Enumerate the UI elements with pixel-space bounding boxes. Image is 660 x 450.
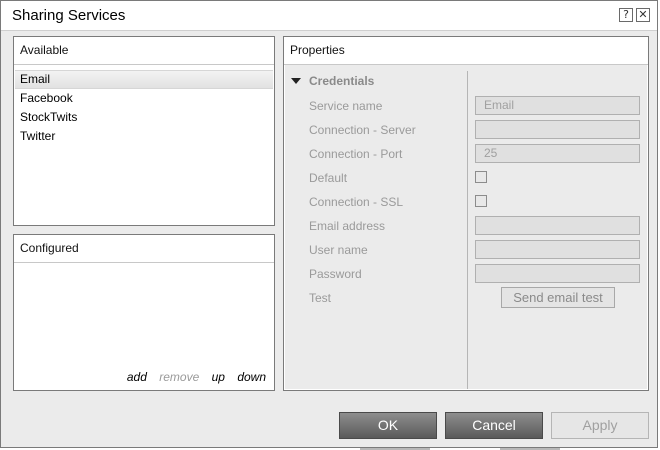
password-label: Password [309,267,362,281]
default-checkbox[interactable] [475,171,487,183]
properties-divider [467,71,468,389]
available-header-label: Available [20,43,69,57]
service-name-field[interactable]: Email [475,96,640,115]
properties-header: Properties [284,37,648,65]
list-item-stocktwits[interactable]: StockTwits [15,108,273,127]
dialog-title: Sharing Services [12,7,126,24]
properties-panel: Properties Credentials Service name Emai… [283,36,649,391]
connection-server-field[interactable] [475,120,640,139]
configured-actions: add remove up down [118,370,266,384]
default-label: Default [309,171,348,185]
configured-header: Configured [14,235,274,263]
credentials-section-toggle[interactable]: Credentials [291,74,374,88]
available-list: Email Facebook StockTwits Twitter [15,70,273,146]
apply-button[interactable]: Apply [551,412,649,439]
send-email-test-button[interactable]: Send email test [501,287,615,308]
service-name-label: Service name [309,99,383,113]
properties-header-label: Properties [290,43,345,57]
close-icon[interactable]: ✕ [636,8,650,22]
up-link[interactable]: up [212,370,225,384]
configured-panel: Configured add remove up down [13,234,275,391]
help-icon[interactable]: ? [619,8,633,22]
list-item-twitter[interactable]: Twitter [15,127,273,146]
down-link[interactable]: down [237,370,266,384]
available-panel: Available Email Facebook StockTwits Twit… [13,36,275,226]
title-bar: Sharing Services ? ✕ [1,1,657,31]
add-link[interactable]: add [127,370,147,384]
sharing-services-dialog: Sharing Services ? ✕ Available Email Fac… [0,0,658,448]
credentials-section-label: Credentials [309,74,375,88]
test-label: Test [309,291,332,305]
email-address-field[interactable] [475,216,640,235]
connection-port-field[interactable]: 25 [475,144,640,163]
connection-ssl-label: Connection - SSL [309,195,404,209]
ok-button[interactable]: OK [339,412,437,439]
list-item-email[interactable]: Email [15,70,273,89]
user-name-label: User name [309,243,368,257]
triangle-down-icon [291,78,301,84]
connection-server-label: Connection - Server [309,123,416,137]
properties-body: Credentials Service name Email Connectio… [285,65,647,389]
list-item-facebook[interactable]: Facebook [15,89,273,108]
available-header: Available [14,37,274,65]
connection-ssl-checkbox[interactable] [475,195,487,207]
cancel-button[interactable]: Cancel [445,412,543,439]
user-name-field[interactable] [475,240,640,259]
password-field[interactable] [475,264,640,283]
remove-link[interactable]: remove [159,370,199,384]
configured-header-label: Configured [20,241,79,255]
connection-port-label: Connection - Port [309,147,403,161]
email-address-label: Email address [309,219,386,233]
